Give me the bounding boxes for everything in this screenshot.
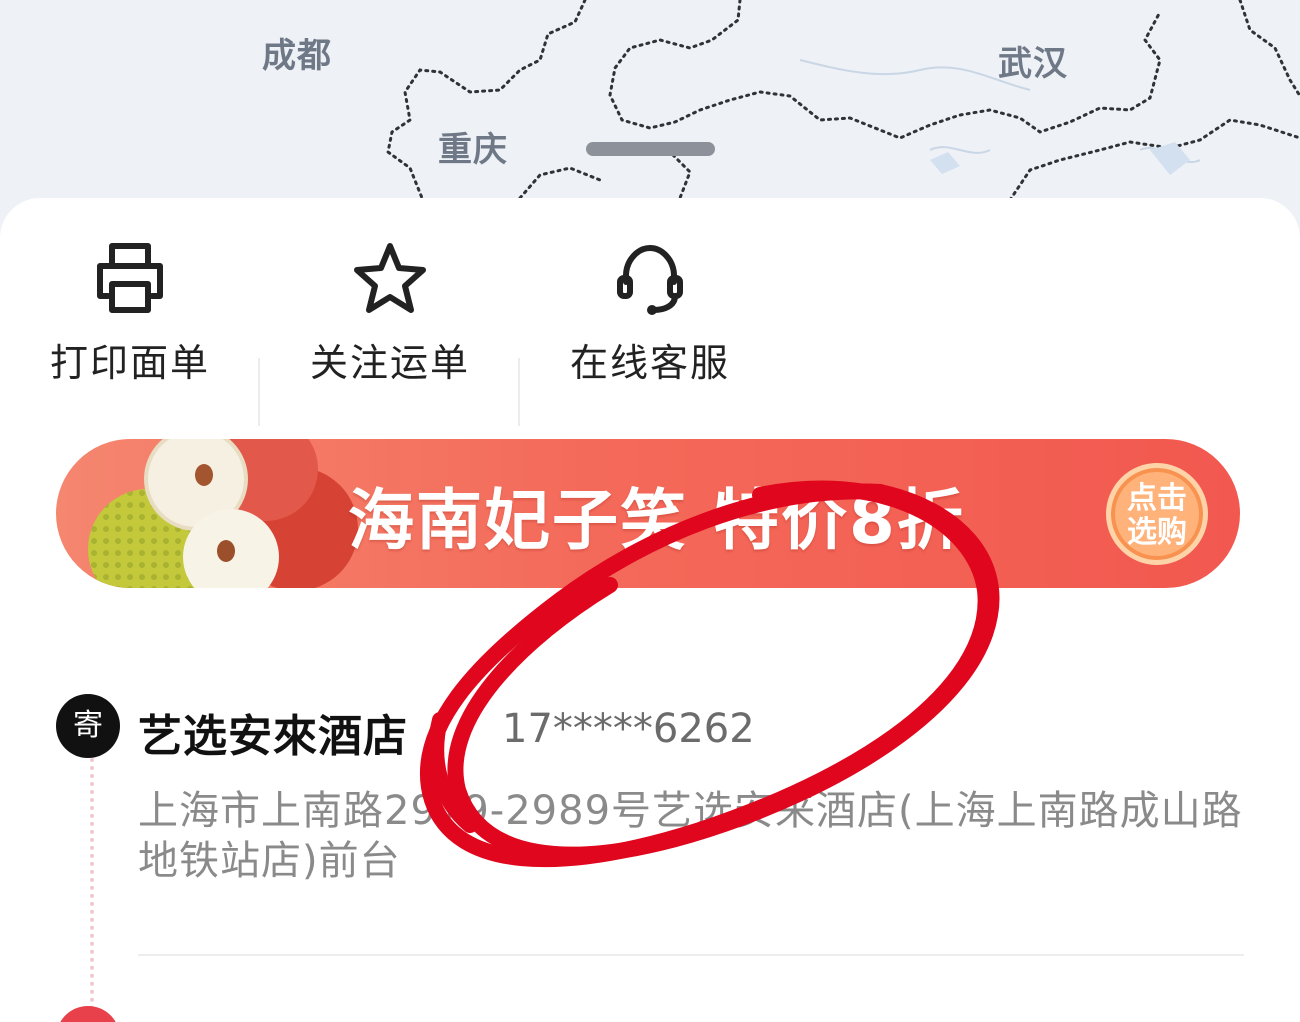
buy-now-button[interactable]: 点击 选购 (1106, 463, 1208, 565)
route-timeline (90, 758, 94, 1022)
promo-title: 海南妃子笑 特价8折 (348, 482, 965, 559)
buy-now-label-line1: 点击 (1127, 481, 1187, 516)
print-waybill-button[interactable]: 打印面单 (0, 236, 260, 396)
printer-icon (97, 243, 163, 313)
print-waybill-label: 打印面单 (49, 341, 210, 385)
follow-waybill-button[interactable]: 关注运单 (260, 236, 520, 396)
waybill-detail-sheet: 打印面单 关注运单 在线客服 海南妃子笑 特价8折 点击 选购 寄 艺选安來酒店… (0, 198, 1300, 1022)
promo-banner[interactable]: 海南妃子笑 特价8折 点击 选购 (56, 439, 1240, 588)
sheet-drag-handle[interactable] (586, 142, 715, 156)
follow-waybill-label: 关注运单 (309, 341, 470, 385)
divider (138, 954, 1244, 956)
map-city-label: 武汉 (998, 44, 1068, 84)
online-support-button[interactable]: 在线客服 (520, 236, 780, 396)
sender-phone: 17*****6262 (502, 706, 755, 752)
buy-now-label-line2: 选购 (1127, 515, 1187, 550)
map-city-label: 重庆 (438, 130, 508, 170)
recipient-badge (56, 1006, 120, 1022)
sender-address: 上海市上南路2979-2989号艺选安来酒店(上海上南路成山路地铁站店)前台 (138, 788, 1243, 884)
lychee-image (88, 439, 358, 588)
headset-icon (617, 244, 683, 315)
action-bar: 打印面单 关注运单 在线客服 (0, 236, 780, 426)
map-city-label: 成都 (262, 36, 332, 76)
star-icon (354, 243, 426, 313)
online-support-label: 在线客服 (569, 341, 730, 385)
sender-badge: 寄 (56, 694, 120, 758)
sender-name: 艺选安來酒店 (138, 711, 408, 762)
